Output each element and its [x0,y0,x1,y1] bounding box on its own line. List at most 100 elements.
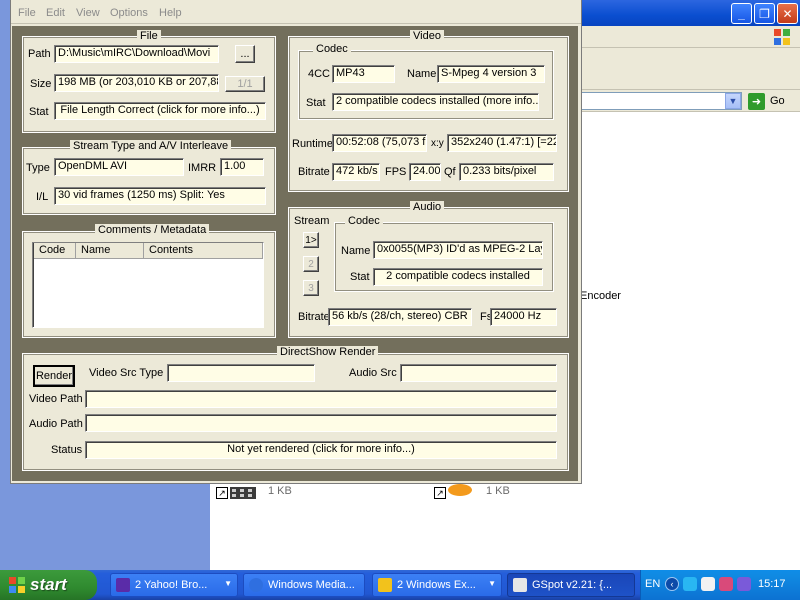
audio-name-label: Name [341,245,371,257]
file-size: 1 KB [268,485,292,497]
taskbar-item-label: 2 Yahoo! Bro... [135,579,208,591]
fps-label: FPS [385,166,407,178]
folder-icon [378,578,392,592]
fourcc-field[interactable]: MP43 [332,65,395,83]
column-header-contents[interactable]: Contents [144,243,263,259]
audio-bitrate-label: Bitrate [298,311,330,323]
video-group-title: Video [410,30,444,42]
explorer-toolbar [580,48,800,90]
audio-group-title: Audio [410,201,445,213]
file-name-fragment: Encoder [580,290,621,302]
panda-icon[interactable] [701,577,715,591]
audio-stream-1-button[interactable]: 1> [303,232,319,248]
path-label: Path [28,48,51,60]
chevron-down-icon: ▼ [224,579,232,588]
directshow-render-title: DirectShow Render [277,346,379,358]
taskbar-item-yahoo[interactable]: 2 Yahoo! Bro... ▼ [110,573,238,597]
video-bitrate-field[interactable]: 472 kb/s [332,163,380,181]
video-path-label: Video Path [29,393,83,405]
comments-list[interactable]: Code Name Contents [32,242,264,328]
runtime-label: Runtime [292,138,333,150]
comments-group-title: Comments / Metadata [95,224,210,236]
gspot-app-icon [513,578,527,592]
windows-logo-icon [9,577,25,593]
fps-field[interactable]: 24.00 [409,163,441,181]
audio-src-label: Audio Src [349,367,397,379]
video-codec-title: Codec [313,43,351,55]
shortcut-arrow-icon: ↗ [434,487,446,499]
sample-rate-field[interactable]: 24000 Hz [490,308,557,326]
file-stat-label: Stat [29,106,49,118]
file-stat-field[interactable]: File Length Correct (click for more info… [54,102,266,120]
network-icon[interactable] [683,577,697,591]
menu-help[interactable]: Help [159,7,182,19]
imrr-label: IMRR [188,162,217,174]
imrr-field[interactable]: 1.00 [220,158,264,176]
minimize-button[interactable]: _ [731,3,752,24]
interleave-label: I/L [36,191,49,203]
volume-icon[interactable] [737,577,751,591]
shortcut-arrow-icon: ↗ [216,487,228,499]
messenger-icon[interactable] [719,577,733,591]
taskbar-item-label: GSpot v2.21: {... [532,579,613,591]
runtime-field[interactable]: 00:52:08 (75,073 fr [332,134,427,152]
media-player-icon [249,578,263,592]
go-button-label[interactable]: Go [770,95,785,107]
audio-path-field[interactable] [85,414,557,432]
size-field[interactable]: 198 MB (or 203,010 KB or 207,88 [54,74,219,92]
language-indicator[interactable]: EN [645,578,660,590]
windows-flag-icon [774,29,790,45]
video-name-field[interactable]: S-Mpeg 4 version 3 [437,65,545,83]
menu-view[interactable]: View [76,7,100,19]
video-bitrate-label: Bitrate [298,166,330,178]
audio-stat-field[interactable]: 2 compatible codecs installed [373,268,543,286]
address-input[interactable] [580,92,742,110]
type-label: Type [26,162,50,174]
video-name-label: Name [407,68,437,80]
audio-name-field[interactable]: 0x0055(MP3) ID'd as MPEG-2 Lay [373,241,543,259]
video-stat-label: Stat [306,97,326,109]
clock: 15:17 [758,578,786,590]
taskbar-item-windows-media[interactable]: Windows Media... [243,573,365,597]
go-arrow-icon[interactable]: ➜ [748,93,765,110]
audio-src-field[interactable] [400,364,557,382]
yahoo-browser-icon [116,578,130,592]
taskbar-item-windows-explorer[interactable]: 2 Windows Ex... ▼ [372,573,502,597]
fourcc-label: 4CC [308,68,331,80]
resolution-field[interactable]: 352x240 (1.47:1) [=22 [447,134,557,152]
interleave-field[interactable]: 30 vid frames (1250 ms) Split: Yes [54,187,266,205]
video-path-field[interactable] [85,390,557,408]
taskbar-item-gspot[interactable]: GSpot v2.21: {... [507,573,635,597]
type-field[interactable]: OpenDML AVI [54,158,184,176]
maximize-button[interactable]: ❐ [754,3,775,24]
file-part-button[interactable]: 1/1 [225,76,265,92]
audio-bitrate-field[interactable]: 56 kb/s (28/ch, stereo) CBR [328,308,472,326]
explorer-menubar [580,26,800,48]
qf-field[interactable]: 0.233 bits/pixel [459,163,554,181]
video-src-type-field[interactable] [167,364,315,382]
menu-edit[interactable]: Edit [46,7,65,19]
chevron-left-icon[interactable]: ‹ [665,577,679,591]
audio-stream-2-button[interactable]: 2 [303,256,319,272]
qf-label: Qf [444,166,456,178]
column-header-code[interactable]: Code [34,243,76,259]
aspect-label: x:y [431,138,444,149]
column-header-name[interactable]: Name [76,243,144,259]
stream-label: Stream [294,215,330,227]
menu-file[interactable]: File [18,7,36,19]
audio-stream-3-button[interactable]: 3 [303,280,319,296]
browse-button[interactable]: ... [235,45,255,63]
menu-options[interactable]: Options [110,7,148,19]
path-field[interactable]: D:\Music\mIRC\Download\Movi [54,45,219,63]
stream-type-group-title: Stream Type and A/V Interleave [70,140,232,152]
chevron-down-icon: ▼ [488,579,496,588]
render-status-field[interactable]: Not yet rendered (click for more info...… [85,441,557,459]
close-button[interactable]: ✕ [777,3,798,24]
render-button[interactable]: Render [33,365,75,387]
video-src-type-label: Video Src Type [89,367,164,379]
video-file-icon[interactable] [228,483,260,501]
video-stat-field[interactable]: 2 compatible codecs installed (more info… [332,93,539,111]
chevron-down-icon[interactable]: ▼ [725,93,741,109]
file-size: 1 KB [486,485,510,497]
audio-path-label: Audio Path [29,418,83,430]
